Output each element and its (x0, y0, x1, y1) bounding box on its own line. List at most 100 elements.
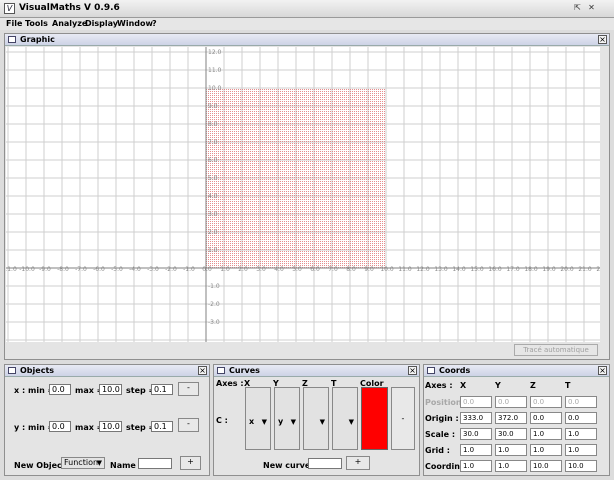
x-tick-label: 8.0 (346, 266, 356, 273)
coords-origin-z-input[interactable]: 0.0 (530, 412, 562, 424)
y-tick-label: 3.0 (208, 211, 218, 218)
coords-position-t-input: 0.0 (565, 396, 597, 408)
shaded-region (206, 88, 386, 268)
restore-icon[interactable]: ⇱ (572, 3, 583, 14)
x-min-input[interactable]: 0.0 (49, 384, 71, 395)
x-label: x : (14, 386, 26, 395)
x-tick-label: 10.0 (380, 266, 394, 273)
coords-grid-t-input[interactable]: 1.0 (565, 444, 597, 456)
x-tick-label: -4.0 (129, 266, 141, 273)
x-tick-label: -1.0 (183, 266, 195, 273)
chevron-down-icon: ▼ (348, 418, 354, 426)
menu-display[interactable]: Display (85, 19, 118, 28)
x-tick-label: -6.0 (93, 266, 105, 273)
coords-scale-z-input[interactable]: 1.0 (530, 428, 562, 440)
x-tick-label: -3.0 (147, 266, 159, 273)
y-tick-label: 11.0 (208, 67, 222, 74)
objects-title-bar: Objects × (5, 365, 209, 377)
menu-analyze[interactable]: Analyze (52, 19, 87, 28)
curve-y-select[interactable]: y ▼ (274, 387, 300, 450)
coords-x-header: X (460, 381, 467, 390)
y-step-input[interactable]: 0.1 (151, 421, 173, 432)
x-tick-label: 12.0 (416, 266, 430, 273)
auto-trace-button[interactable]: Tracé automatique (514, 344, 598, 356)
x-tick-label: -11.0 (6, 266, 17, 273)
curve-color-swatch[interactable] (361, 387, 388, 450)
window-title: VisualMaths V 0.9.6 (19, 3, 120, 13)
graphic-close-icon[interactable]: × (598, 35, 607, 44)
coords-coordinates-x-input[interactable]: 1.0 (460, 460, 492, 472)
add-curve-button[interactable]: + (346, 456, 370, 470)
coords-scale-t-input[interactable]: 1.0 (565, 428, 597, 440)
x-remove-button[interactable]: - (178, 382, 199, 396)
y-tick-label: 9.0 (208, 103, 218, 110)
coords-title-bar: Coords × (424, 365, 609, 377)
curve-x-value: x (249, 417, 255, 426)
x-tick-label: 9.0 (364, 266, 374, 273)
window-close-icon[interactable]: ✕ (586, 3, 597, 14)
y-max-input[interactable]: 10.0 (99, 421, 122, 432)
x-tick-label: 0.0 (202, 266, 212, 273)
coords-grid-label: Grid : (425, 446, 450, 455)
coords-origin-x-input[interactable]: 333.0 (460, 412, 492, 424)
y-min-input[interactable]: 0.0 (49, 421, 71, 432)
new-curve-input[interactable] (308, 458, 342, 469)
x-tick-label: 18.0 (524, 266, 538, 273)
new-object-value: Function (64, 458, 99, 467)
frame-icon (427, 367, 435, 374)
menu-bar: File Tools Analyze Display Window ? (0, 18, 614, 30)
coords-grid-x-input[interactable]: 1.0 (460, 444, 492, 456)
y-tick-label: 5.0 (208, 175, 218, 182)
menu-file[interactable]: File (6, 19, 22, 28)
x-tick-label: 22.0 (596, 266, 600, 273)
y-tick-label: -1.0 (208, 283, 220, 290)
x-max-input[interactable]: 10.0 (99, 384, 122, 395)
coords-grid-z-input[interactable]: 1.0 (530, 444, 562, 456)
objects-close-icon[interactable]: × (198, 366, 207, 375)
curves-close-icon[interactable]: × (408, 366, 417, 375)
coords-scale-y-input[interactable]: 30.0 (495, 428, 527, 440)
x-tick-label: -5.0 (111, 266, 123, 273)
curve-z-select[interactable]: ▼ (303, 387, 329, 450)
x-tick-label: 19.0 (542, 266, 556, 273)
coords-grid-y-input[interactable]: 1.0 (495, 444, 527, 456)
x-step-input[interactable]: 0.1 (151, 384, 173, 395)
curves-title-bar: Curves × (214, 365, 419, 377)
curve-remove-button[interactable]: - (391, 387, 415, 450)
coords-origin-t-input[interactable]: 0.0 (565, 412, 597, 424)
frame-icon (8, 367, 16, 374)
x-tick-label: 1.0 (220, 266, 230, 273)
graph-canvas[interactable]: -11.0-10.0 -9.0 -8.0 -7.0 -6.0 -5.0 -4.0 -3.0 -2… (6, 47, 600, 342)
y-tick-label: 8.0 (208, 121, 218, 128)
title-bar: V VisualMaths V 0.9.6 ⇱ ✕ (0, 0, 614, 18)
y-label: y : (14, 423, 26, 432)
graph-svg: -11.0-10.0 -9.0 -8.0 -7.0 -6.0 -5.0 -4.0 -3.0 -2… (6, 47, 600, 342)
x-tick-label: -10.0 (19, 266, 35, 273)
x-tick-label: 7.0 (328, 266, 338, 273)
curve-x-select[interactable]: x ▼ (245, 387, 271, 450)
curve-row-label: C : (216, 416, 228, 425)
x-tick-label: 2.0 (238, 266, 248, 273)
y-tick-label: -2.0 (208, 301, 220, 308)
new-object-select[interactable]: Function ▼ (61, 457, 105, 469)
coords-origin-y-input[interactable]: 372.0 (495, 412, 527, 424)
curves-title: Curves (229, 366, 260, 375)
coords-close-icon[interactable]: × (598, 366, 607, 375)
menu-window[interactable]: Window (117, 19, 153, 28)
coords-coordinates-y-input[interactable]: 1.0 (495, 460, 527, 472)
x-tick-label: 15.0 (470, 266, 484, 273)
y-remove-button[interactable]: - (178, 418, 199, 432)
x-tick-label: 11.0 (398, 266, 412, 273)
coords-coordinates-z-input[interactable]: 10.0 (530, 460, 562, 472)
menu-help[interactable]: ? (152, 19, 157, 28)
coords-scale-x-input[interactable]: 30.0 (460, 428, 492, 440)
chevron-down-icon: ▼ (290, 418, 296, 426)
coords-coordinates-t-input[interactable]: 10.0 (565, 460, 597, 472)
curve-t-select[interactable]: ▼ (332, 387, 358, 450)
add-object-button[interactable]: + (180, 456, 201, 470)
menu-tools[interactable]: Tools (25, 19, 48, 28)
graphic-title: Graphic (20, 35, 55, 44)
coords-scale-label: Scale : (425, 430, 456, 439)
name-input[interactable] (138, 458, 172, 469)
x-tick-label: 6.0 (310, 266, 320, 273)
